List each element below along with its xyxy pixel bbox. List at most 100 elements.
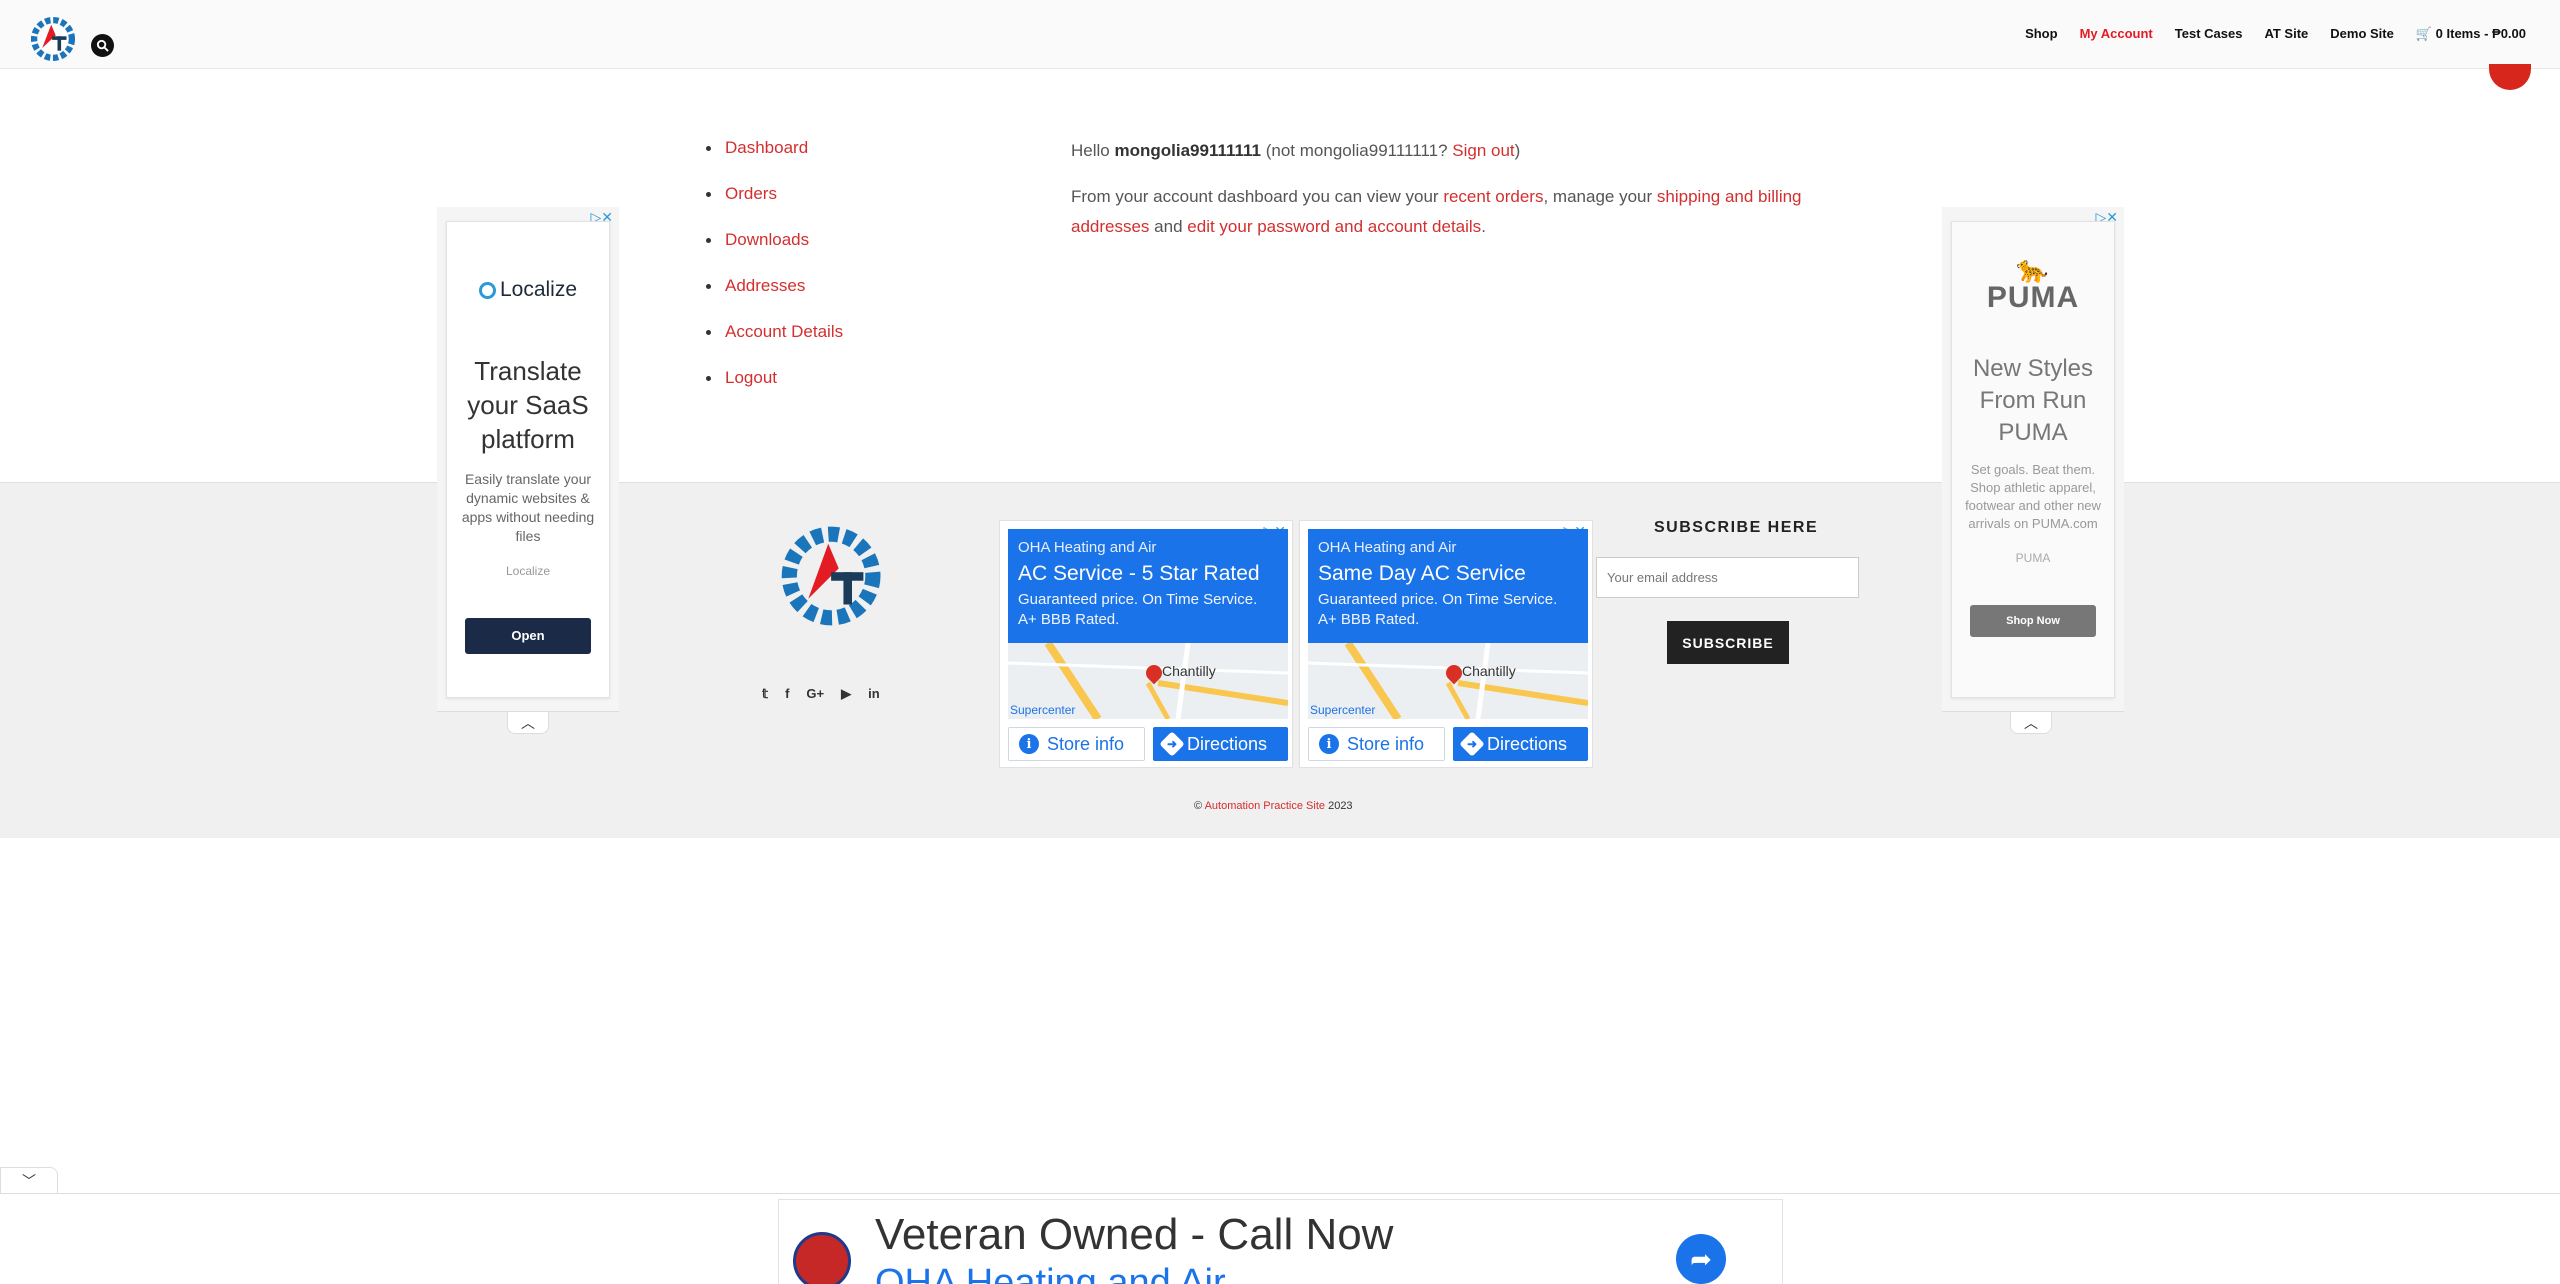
google-plus-icon[interactable]: G+: [806, 686, 824, 702]
chevron-down-icon: ﹀: [22, 1172, 36, 1189]
site-header: Shop My Account Test Cases AT Site Demo …: [0, 0, 2560, 69]
account-nav-orders: Orders: [706, 182, 843, 228]
account-nav-logout: Logout: [706, 366, 843, 412]
map-ad-1[interactable]: ▷✕ OHA Heating and Air AC Service - 5 St…: [999, 520, 1293, 768]
recent-orders-link[interactable]: recent orders: [1443, 187, 1543, 206]
left-side-ad[interactable]: ▷✕ Localize Translate your SaaS platform…: [437, 207, 619, 712]
info-icon: i: [1319, 734, 1339, 754]
business-name: OHA Heating and Air: [1018, 539, 1157, 556]
nav-demo-site[interactable]: Demo Site: [2330, 26, 2394, 42]
downloads-link[interactable]: Downloads: [725, 230, 809, 249]
puma-headline: New Styles From Run PUMA: [1972, 355, 2094, 446]
period-text: .: [1481, 217, 1486, 236]
directions-button[interactable]: ➜ Directions: [1153, 727, 1288, 761]
business-name: OHA Heating and Air: [1318, 539, 1457, 556]
map-ad-2[interactable]: ▷✕ OHA Heating and Air Same Day AC Servi…: [1299, 520, 1593, 768]
map-place-sublabel: Supercenter: [1010, 703, 1076, 717]
localize-brand: Localize: [447, 278, 609, 302]
account-details-link[interactable]: Account Details: [725, 322, 843, 341]
account-nav-account-details: Account Details: [706, 320, 843, 366]
map-image[interactable]: Chantilly Supercenter: [1308, 643, 1588, 719]
copyright-year: 2023: [1328, 800, 1353, 812]
subscribe-email-input[interactable]: [1596, 557, 1859, 598]
ad-headline: Same Day AC Service: [1318, 562, 1526, 585]
edit-account-link[interactable]: edit your password and account details: [1187, 217, 1481, 236]
localize-ad-card[interactable]: Localize Translate your SaaS platform Ea…: [446, 221, 610, 698]
account-nav-dashboard: Dashboard: [706, 136, 843, 182]
site-link[interactable]: Automation Practice Site: [1205, 800, 1325, 812]
localize-headline: Translate your SaaS platform: [467, 356, 589, 454]
map-ad-buttons: i Store info ➜ Directions: [1008, 727, 1288, 761]
wpmenucart-bubble[interactable]: [2489, 64, 2531, 90]
right-side-ad[interactable]: ▷✕ 🐆 PUMA New Styles From Run PUMA Set g…: [1942, 207, 2124, 712]
cart-summary: 0 Items - ₱0.00: [2435, 26, 2526, 41]
nav-test-cases[interactable]: Test Cases: [2175, 26, 2243, 42]
search-button[interactable]: [91, 34, 114, 57]
footer-logo[interactable]: [776, 516, 890, 636]
orders-link[interactable]: Orders: [725, 184, 777, 203]
directions-label: Directions: [1487, 733, 1568, 754]
map-ad-header[interactable]: OHA Heating and Air Same Day AC Service …: [1308, 529, 1588, 643]
close-paren: ): [1514, 141, 1521, 160]
linkedin-icon[interactable]: in: [868, 686, 880, 702]
puma-shop-now-button[interactable]: Shop Now: [1970, 605, 2096, 637]
site-logo[interactable]: [26, 12, 80, 66]
puma-body: Set goals. Beat them. Shop athletic appa…: [1965, 462, 2101, 531]
directions-icon: ➜: [1159, 731, 1185, 757]
hello-text: Hello: [1071, 141, 1110, 160]
account-nav-addresses: Addresses: [706, 274, 843, 320]
copyright-symbol: ©: [1194, 800, 1203, 812]
account-nav-downloads: Downloads: [706, 228, 843, 274]
localize-open-button[interactable]: Open: [465, 618, 591, 654]
store-info-label: Store info: [1347, 733, 1425, 754]
dashboard-link[interactable]: Dashboard: [725, 138, 808, 157]
youtube-icon[interactable]: ▶: [841, 686, 851, 702]
dashboard-intro: From your account dashboard you can view…: [1071, 182, 1811, 242]
chevron-up-icon: ︿: [2024, 714, 2038, 731]
puma-brand: 🐆 PUMA: [1952, 254, 2114, 315]
nav-at-site[interactable]: AT Site: [2264, 26, 2308, 42]
anchor-ad-toggle[interactable]: ﹀: [0, 1167, 58, 1193]
nav-my-account[interactable]: My Account: [2080, 26, 2153, 42]
map-place-label: Chantilly: [1162, 663, 1216, 679]
directions-button[interactable]: ➜ Directions: [1453, 727, 1588, 761]
map-ad-card: OHA Heating and Air Same Day AC Service …: [1308, 529, 1588, 761]
intro-text: From your account dashboard you can view…: [1071, 187, 1439, 206]
anchor-ad-divider: [0, 1193, 2560, 1194]
puma-brand-name: PUMA: [1986, 281, 2080, 314]
addresses-link[interactable]: Addresses: [725, 276, 805, 295]
map-image[interactable]: Chantilly Supercenter: [1008, 643, 1288, 719]
map-ad-buttons: i Store info ➜ Directions: [1308, 727, 1588, 761]
subscribe-button[interactable]: SUBSCRIBE: [1667, 621, 1789, 664]
account-dashboard: Hello mongolia99111111 (not mongolia9911…: [1071, 136, 1811, 258]
map-ad-header[interactable]: OHA Heating and Air AC Service - 5 Star …: [1008, 529, 1288, 643]
localize-brand-name: Localize: [499, 278, 578, 301]
search-icon: [96, 39, 109, 52]
logout-link[interactable]: Logout: [725, 368, 777, 387]
localize-advertiser: Localize: [505, 564, 551, 578]
store-info-button[interactable]: i Store info: [1308, 727, 1445, 761]
puma-ad-card[interactable]: 🐆 PUMA New Styles From Run PUMA Set goal…: [1951, 221, 2115, 698]
nav-shop[interactable]: Shop: [2025, 26, 2058, 42]
nav-cart[interactable]: 🛒 0 Items - ₱0.00: [2416, 26, 2526, 42]
localize-logo-icon: [478, 281, 496, 299]
account-navigation: Dashboard Orders Downloads Addresses Acc…: [706, 136, 843, 412]
localize-body: Easily translate your dynamic websites &…: [461, 471, 595, 544]
map-ad-card: OHA Heating and Air AC Service - 5 Star …: [1008, 529, 1288, 761]
anchor-ad-advertiser[interactable]: OHA Heating and Air: [875, 1262, 1226, 1284]
right-ad-collapse-button[interactable]: ︿: [2010, 712, 2052, 734]
store-info-button[interactable]: i Store info: [1008, 727, 1145, 761]
share-arrow-icon[interactable]: ➦: [1676, 1234, 1726, 1284]
facebook-icon[interactable]: f: [785, 686, 789, 702]
ad-headline: AC Service - 5 Star Rated: [1018, 562, 1260, 585]
greeting: Hello mongolia99111111 (not mongolia9911…: [1071, 136, 1811, 166]
sign-out-link[interactable]: Sign out: [1452, 141, 1514, 160]
copyright: © Automation Practice Site 2023: [1194, 800, 1353, 812]
main-nav: Shop My Account Test Cases AT Site Demo …: [2025, 26, 2526, 42]
not-user-text: (not mongolia99111111?: [1265, 141, 1448, 160]
ad-description: Guaranteed price. On Time Service. A+ BB…: [1318, 591, 1558, 628]
directions-icon: ➜: [1459, 731, 1485, 757]
bottom-anchor-ad[interactable]: Veteran Owned - Call Now OHA Heating and…: [778, 1199, 1783, 1284]
twitter-icon[interactable]: 𝕥: [762, 686, 768, 702]
left-ad-collapse-button[interactable]: ︿: [507, 712, 549, 734]
